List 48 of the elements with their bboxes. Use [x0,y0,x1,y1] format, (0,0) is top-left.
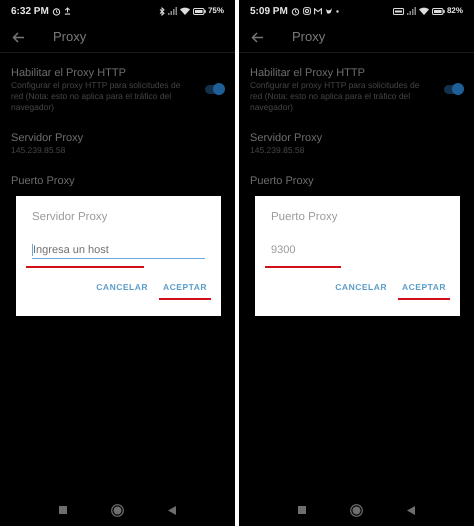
setting-title: Puerto Proxy [11,174,75,188]
alarm-icon [52,6,61,16]
back-icon[interactable] [407,506,415,514]
signal-icon [406,7,416,15]
dialog-title: Servidor Proxy [32,210,108,225]
setting-title: Puerto Proxy [250,174,314,188]
app-bar-title: Proxy [53,28,86,46]
dialog-button[interactable]: CANCELAR [332,281,390,294]
status-time: 5:09 PM [250,4,288,18]
back-arrow-icon[interactable] [12,32,25,42]
back-icon[interactable] [168,506,176,514]
setting-title: Habilitar el Proxy HTTP [250,66,366,80]
setting-summary: 145.239.85.58 [250,145,306,156]
alarm-icon [290,6,300,16]
dot-icon [336,10,339,12]
battery-percent: 82% [446,5,463,17]
bluetooth-icon [158,6,165,16]
toggle-switch[interactable] [205,85,223,94]
setting-summary: Configurar el proxy HTTP para solicitudes de red (Nota: esto no aplica para el tráfico del navegador) [11,80,182,113]
setting-summary: 145.239.85.58 [11,145,66,156]
back-arrow-icon[interactable] [251,32,264,42]
battery-icon [192,8,206,14]
upload-icon [64,7,71,15]
wifi-icon [180,7,190,15]
host-input[interactable]: Ingresa un host [33,242,205,258]
status-time: 6:32 PM [11,4,49,18]
wifi-icon [418,7,429,15]
annotation-line [159,298,211,300]
battery-icon [432,8,445,14]
dialog-button[interactable]: ACEPTAR [160,281,210,294]
setting-title: Servidor Proxy [250,131,324,145]
setting-title: Habilitar el Proxy HTTP [11,66,127,80]
host-input[interactable]: 9300 [271,242,444,258]
signal-icon [168,7,177,15]
home-icon[interactable] [350,504,363,516]
battery-percent: 75% [208,5,224,17]
app-bar-title: Proxy [292,28,326,46]
dialog-button[interactable]: CANCELAR [93,281,151,294]
setting-title: Servidor Proxy [11,131,84,145]
toggle-switch[interactable] [444,85,462,94]
dialog-button[interactable]: ACEPTAR [399,281,449,294]
home-icon[interactable] [111,504,124,516]
vpn-icon [392,8,404,14]
dialog-title: Puerto Proxy [271,210,338,225]
annotation-line [398,298,450,300]
setting-summary: Configurar el proxy HTTP para solicitudes de red (Nota: esto no aplica para el tráfico del navegador) [250,80,420,113]
mail-icon [314,8,322,14]
camera-icon [302,7,311,15]
